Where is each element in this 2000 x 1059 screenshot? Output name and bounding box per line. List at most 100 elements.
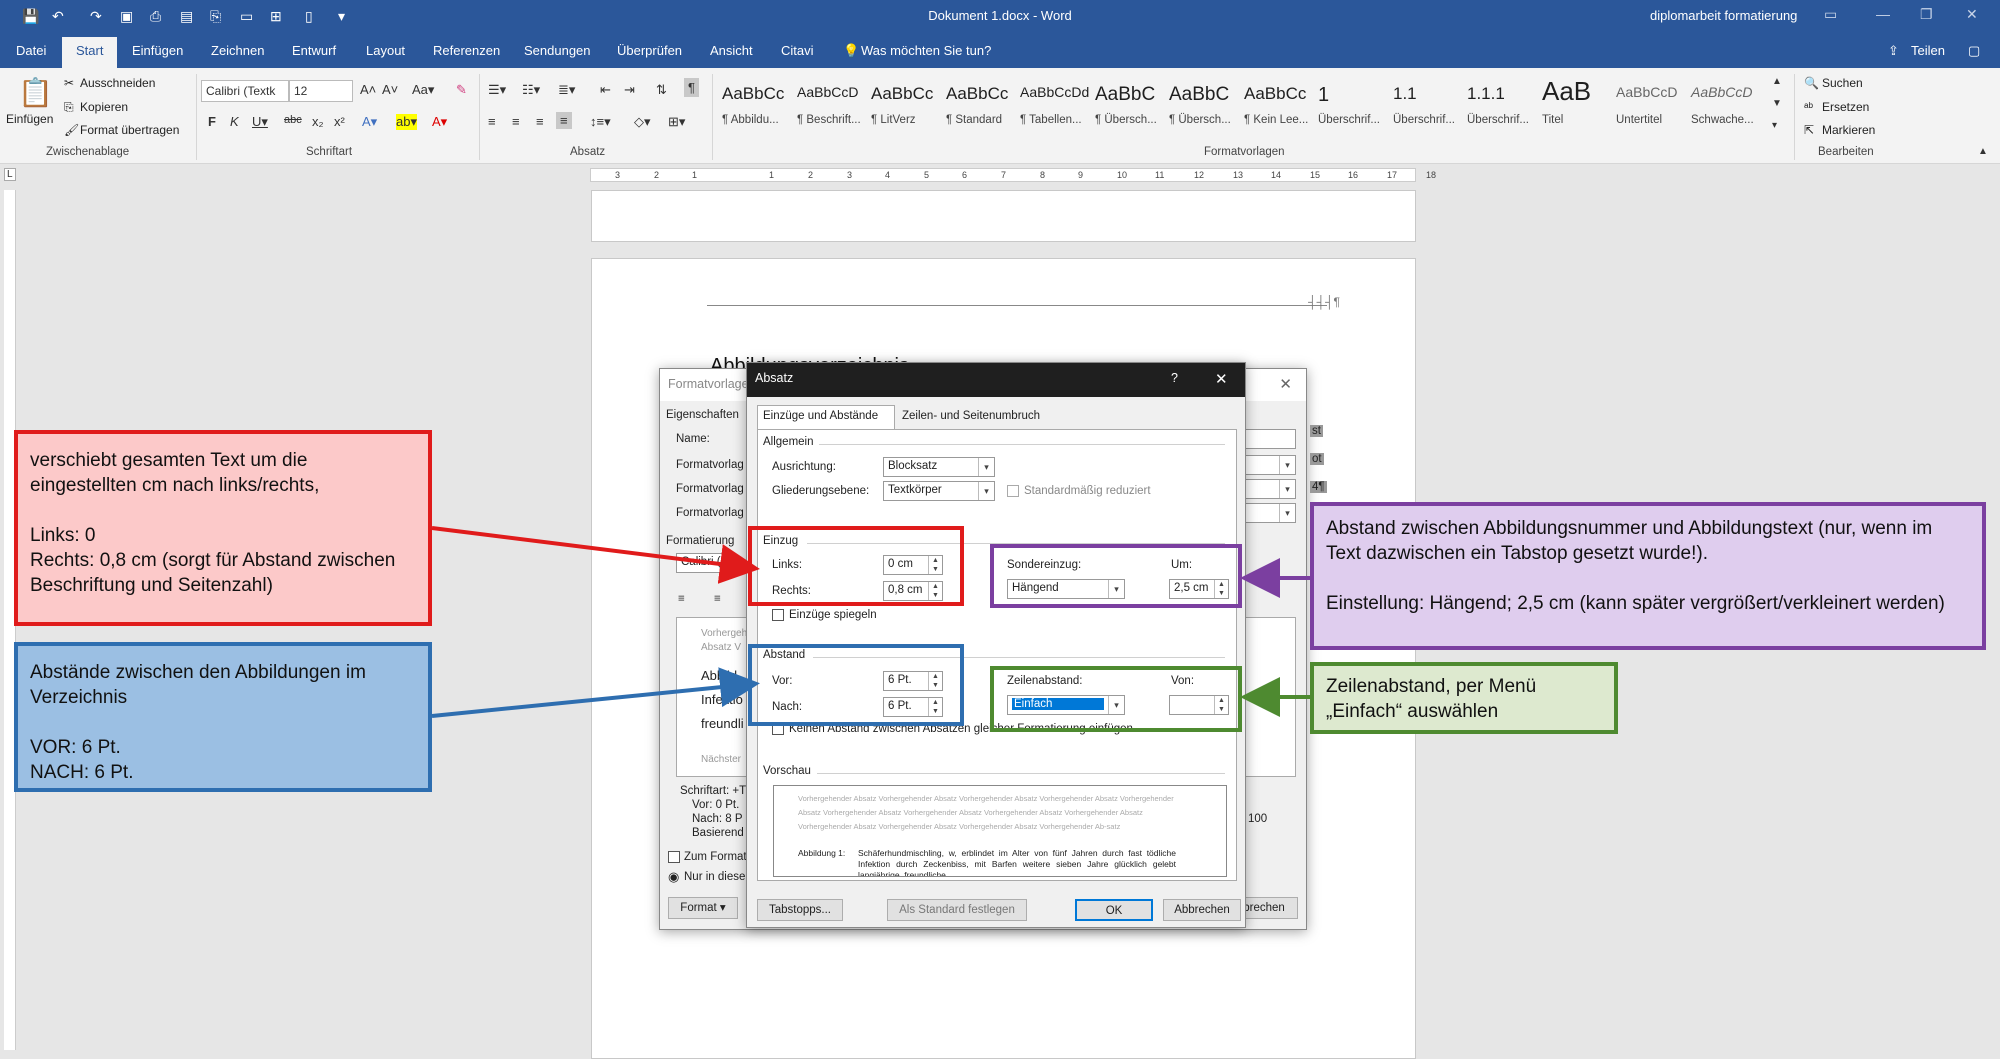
style-next-field[interactable]: ▾ (1240, 503, 1296, 523)
gallery-down-icon[interactable]: ▼ (1772, 98, 1782, 109)
tab-sendungen[interactable]: Sendungen (524, 43, 591, 58)
style-based-field[interactable]: ▾ (1240, 479, 1296, 499)
share-button[interactable]: Teilen (1911, 43, 1945, 58)
tab-citavi[interactable]: Citavi (781, 43, 814, 58)
tab-einfuegen[interactable]: Einfügen (132, 43, 183, 58)
ribbon-display-icon[interactable]: ▭ (1824, 6, 1837, 23)
tab-layout[interactable]: Layout (366, 43, 405, 58)
highlight-icon[interactable]: ab▾ (396, 114, 417, 130)
set-default-button[interactable]: Als Standard festlegen (887, 899, 1027, 921)
style-sample[interactable]: AaBbCc (1244, 84, 1306, 104)
collapsed-checkbox[interactable] (1007, 485, 1019, 497)
align-center-icon[interactable]: ≡ (714, 593, 721, 605)
tell-me-search[interactable]: Was möchten Sie tun? (861, 43, 991, 58)
style-sample[interactable]: AaBbC (1095, 84, 1155, 106)
style-name-field[interactable] (1240, 429, 1296, 449)
style-sample[interactable]: 1.1.1 (1467, 84, 1505, 104)
replace-button[interactable]: Ersetzen (1822, 100, 1869, 114)
ok-button[interactable]: OK (1075, 899, 1153, 921)
add-to-gallery-checkbox[interactable] (668, 851, 680, 863)
tab-datei[interactable]: Datei (16, 43, 46, 58)
find-button[interactable]: Suchen (1822, 76, 1863, 90)
tabs-button[interactable]: Tabstopps... (757, 899, 843, 921)
multilevel-list-icon[interactable]: ≣▾ (558, 82, 575, 98)
subscript-icon[interactable]: x₂ (312, 114, 324, 129)
restore-button[interactable]: ❐ (1920, 6, 1933, 23)
shrink-font-icon[interactable]: A˅ (382, 82, 398, 97)
style-sample[interactable]: AaBbC (1169, 84, 1229, 106)
style-font-field[interactable]: Calibri ( (676, 553, 736, 573)
clear-format-icon[interactable]: ✎ (456, 82, 467, 98)
shading-icon[interactable]: ◇▾ (634, 114, 651, 130)
style-sample[interactable]: AaBbCcD (1691, 84, 1752, 100)
align-center-icon[interactable]: ≡ (512, 114, 520, 129)
tab-start[interactable]: Start (62, 37, 118, 68)
gallery-more-icon[interactable]: ▾ (1772, 120, 1777, 131)
bold-icon[interactable]: F (208, 114, 216, 129)
change-case-icon[interactable]: Aa▾ (412, 82, 434, 98)
tab-entwurf[interactable]: Entwurf (292, 43, 336, 58)
increase-indent-icon[interactable]: ⇥ (624, 82, 635, 98)
paragraph-dialog-close-button[interactable]: ✕ (1215, 370, 1228, 388)
properties-label: Eigenschaften (666, 409, 739, 421)
format-painter-button[interactable]: Format übertragen (80, 123, 179, 137)
tab-line-page-breaks[interactable]: Zeilen- und Seitenumbruch (902, 410, 1040, 422)
numbering-icon[interactable]: ☷▾ (522, 82, 540, 98)
style-sample[interactable]: 1 (1318, 84, 1329, 107)
horizontal-ruler[interactable]: 3 2 1 1 2 3 4 5 6 7 8 9 10 11 12 13 14 15 16 17 18 (590, 168, 1436, 182)
style-sample[interactable]: AaBbCcD (1616, 84, 1677, 100)
style-sample[interactable]: AaB (1542, 76, 1591, 107)
decrease-indent-icon[interactable]: ⇤ (600, 82, 611, 98)
tab-ueberpruefen[interactable]: Überprüfen (617, 43, 682, 58)
cut-button[interactable]: Ausschneiden (80, 76, 155, 90)
text-effects-icon[interactable]: A▾ (362, 114, 377, 130)
align-left-icon[interactable]: ≡ (488, 114, 496, 129)
tab-zeichnen[interactable]: Zeichnen (211, 43, 264, 58)
paste-button[interactable]: Einfügen (6, 112, 53, 126)
cancel-button[interactable]: Abbrechen (1163, 899, 1241, 921)
mirror-indents-checkbox[interactable] (772, 609, 784, 621)
comments-icon[interactable]: ▢ (1968, 43, 1980, 59)
tab-indents-spacing[interactable]: Einzüge und Abstände (757, 405, 895, 429)
style-sample[interactable]: AaBbCcD (797, 84, 858, 100)
style-sample[interactable]: AaBbCcDd (1020, 84, 1089, 100)
tab-ansicht[interactable]: Ansicht (710, 43, 753, 58)
select-button[interactable]: Markieren (1822, 123, 1875, 137)
show-marks-icon[interactable]: ¶ (684, 78, 699, 97)
style-dialog-close-icon[interactable]: ✕ (1279, 375, 1292, 393)
alignment-select[interactable]: Blocksatz ▾ (883, 457, 995, 477)
tab-referenzen[interactable]: Referenzen (433, 43, 500, 58)
style-sample[interactable]: AaBbCc (722, 84, 784, 104)
only-doc-radio[interactable]: ◉ (668, 869, 679, 885)
style-sample[interactable]: AaBbCc (871, 84, 933, 104)
copy-button[interactable]: Kopieren (80, 100, 128, 114)
font-color-icon[interactable]: A▾ (432, 114, 447, 130)
grow-font-icon[interactable]: A˄ (360, 82, 376, 97)
format-menu-button[interactable]: Format ▾ (668, 897, 738, 919)
collapse-ribbon-icon[interactable]: ▲ (1978, 146, 1988, 157)
style-sample[interactable]: 1.1 (1393, 84, 1417, 104)
superscript-icon[interactable]: x² (334, 114, 345, 129)
paste-icon[interactable]: 📋 (18, 76, 53, 109)
minimize-button[interactable]: — (1876, 6, 1890, 22)
borders-icon[interactable]: ⊞▾ (668, 114, 685, 130)
sort-icon[interactable]: ⇅ (656, 82, 667, 98)
style-sample[interactable]: AaBbCc (946, 84, 1008, 104)
gallery-up-icon[interactable]: ▲ (1772, 76, 1782, 87)
outline-level-select[interactable]: Textkörper ▾ (883, 481, 995, 501)
line-spacing-icon[interactable]: ↕≡▾ (590, 114, 611, 130)
close-button[interactable]: ✕ (1966, 6, 1978, 23)
align-right-icon[interactable]: ≡ (536, 114, 544, 129)
style-type-field[interactable]: ▾ (1240, 455, 1296, 475)
strikethrough-icon[interactable]: abc (284, 114, 302, 126)
bullets-icon[interactable]: ☰▾ (488, 82, 506, 98)
align-left-icon[interactable]: ≡ (678, 593, 685, 605)
justify-icon[interactable]: ≡ (556, 112, 572, 129)
italic-icon[interactable]: K (230, 114, 239, 129)
font-name-field[interactable]: Calibri (Textk (201, 80, 289, 102)
underline-icon[interactable]: U▾ (252, 114, 268, 130)
tab-selector-icon[interactable]: L (4, 168, 16, 181)
help-button[interactable]: ? (1171, 371, 1178, 385)
share-icon[interactable]: ⇪ (1888, 43, 1899, 59)
font-size-field[interactable]: 12 (289, 80, 353, 102)
